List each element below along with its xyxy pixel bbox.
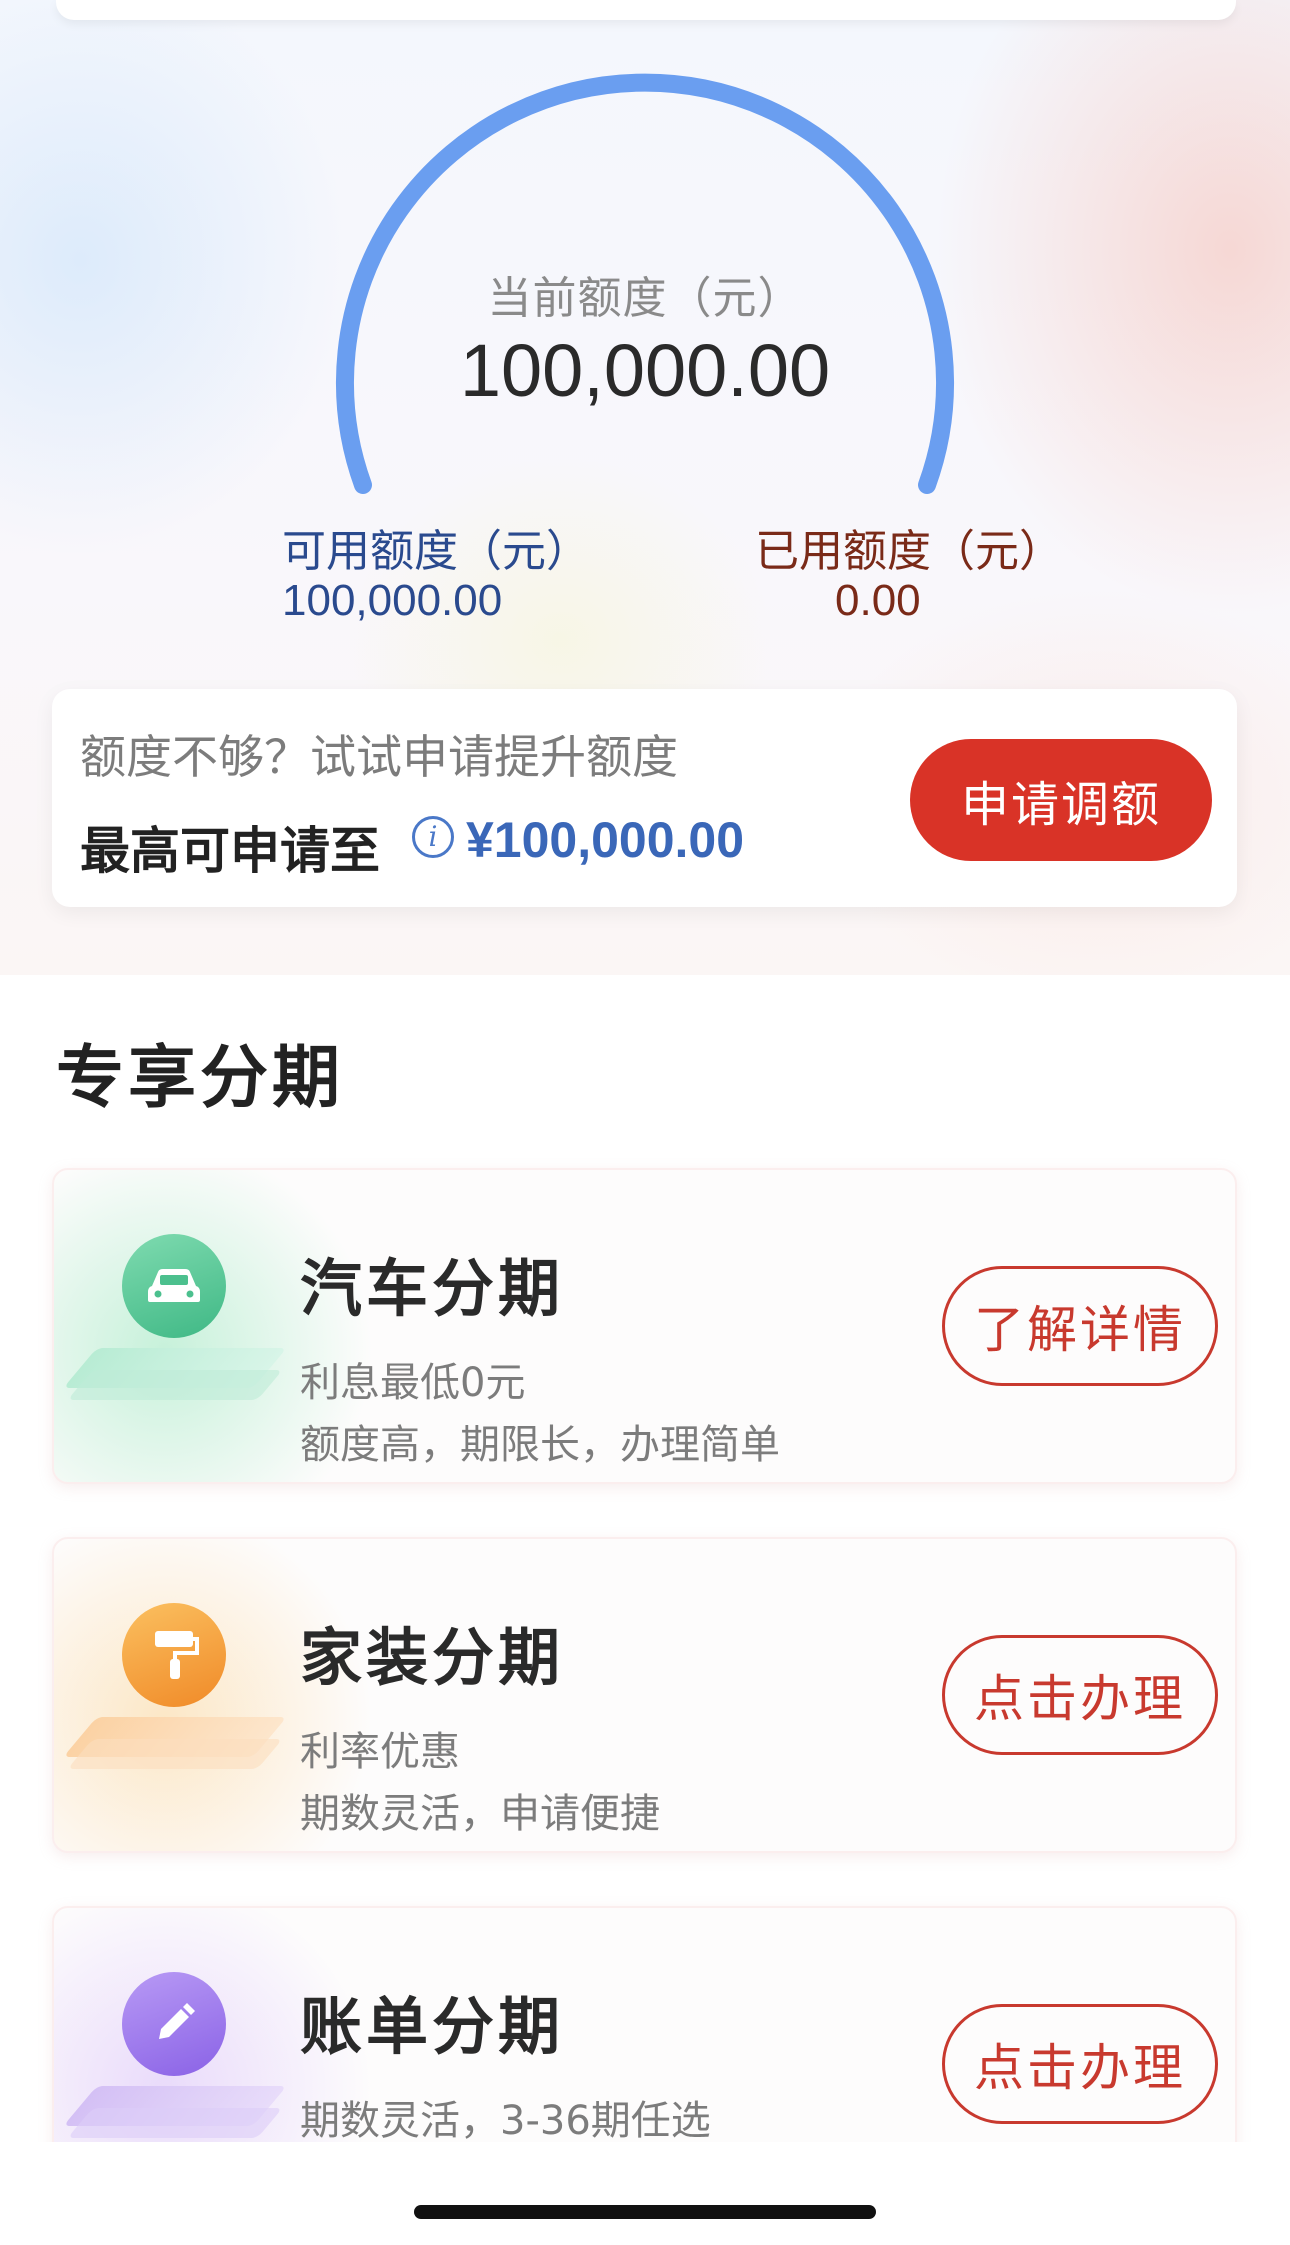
available-quota-value: 100,000.00 <box>282 576 503 625</box>
icon-circle <box>122 1972 226 2076</box>
current-quota-label: 当前额度（元） <box>487 273 803 324</box>
quota-gauge <box>336 73 954 494</box>
used-quota-label: 已用额度（元） <box>755 526 1063 577</box>
plate-decoration <box>67 1739 283 1769</box>
paint-roller-icon <box>63 1599 287 1799</box>
product-description: 期数灵活，3-36期任选 <box>300 2098 711 2144</box>
icon-circle <box>122 1234 226 1338</box>
product-title: 账单分期 <box>300 1990 565 2063</box>
current-quota-value: 100,000.00 <box>459 329 831 412</box>
plate-decoration <box>67 2108 283 2138</box>
icon-circle <box>122 1603 226 1707</box>
product-card-home-decor[interactable]: 家装分期 利率优惠 期数灵活，申请便捷 点击办理 <box>52 1537 1237 1853</box>
apply-now-button[interactable]: 点击办理 <box>942 1635 1218 1755</box>
product-description: 利息最低0元 <box>300 1360 526 1406</box>
plate-decoration <box>67 1370 283 1400</box>
car-icon <box>63 1230 287 1430</box>
product-title: 汽车分期 <box>300 1252 565 1325</box>
product-card-car[interactable]: 汽车分期 利息最低0元 额度高，期限长，办理简单 了解详情 <box>52 1168 1237 1484</box>
available-quota-label: 可用额度（元） <box>282 526 590 577</box>
learn-more-button[interactable]: 了解详情 <box>942 1266 1218 1386</box>
pencil-icon <box>63 1968 287 2168</box>
product-title: 家装分期 <box>300 1621 565 1694</box>
apply-adjust-quota-button[interactable]: 申请调额 <box>910 739 1212 861</box>
quota-upgrade-card: 额度不够？试试申请提升额度 最高可申请至 i ¥100,000.00 申请调额 <box>52 689 1237 907</box>
info-icon[interactable]: i <box>412 816 454 858</box>
product-description: 期数灵活，申请便捷 <box>300 1791 660 1837</box>
max-apply-value: ¥100,000.00 <box>466 812 745 868</box>
max-apply-label: 最高可申请至 <box>80 822 380 880</box>
apply-now-button[interactable]: 点击办理 <box>942 2004 1218 2124</box>
home-indicator[interactable] <box>414 2205 876 2219</box>
upgrade-tip-text: 额度不够？试试申请提升额度 <box>80 730 678 784</box>
bottom-safe-area <box>0 2142 1290 2245</box>
used-quota-value: 0.00 <box>835 576 921 625</box>
product-description: 额度高，期限长，办理简单 <box>300 1422 780 1468</box>
section-title: 专享分期 <box>56 1039 345 1118</box>
product-description: 利率优惠 <box>300 1729 460 1775</box>
